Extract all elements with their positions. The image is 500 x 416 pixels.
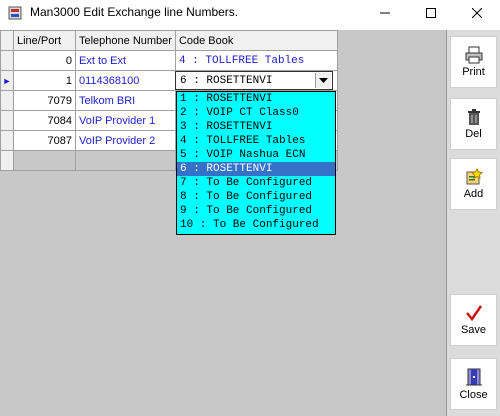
- minimize-icon: [380, 12, 390, 14]
- minimize-button[interactable]: [362, 0, 408, 26]
- code-book-dropdown-list[interactable]: 1 : ROSETTENVI 2 : VOIP CT Class0 3 : RO…: [176, 91, 336, 235]
- table-row[interactable]: 0 Ext to Ext 4 : TOLLFREE Tables: [0, 50, 338, 71]
- grid-area: Line/Port Telephone Number Code Book 0 E…: [0, 30, 446, 416]
- row-indicator[interactable]: [0, 50, 14, 71]
- trash-icon: [467, 109, 480, 125]
- cell-telephone-number[interactable]: 0114368100: [75, 70, 176, 91]
- cell-telephone-number[interactable]: VoIP Provider 2: [75, 130, 176, 151]
- cell-line-port[interactable]: 0: [13, 50, 76, 71]
- header-telephone-number[interactable]: Telephone Number: [75, 30, 176, 51]
- dropdown-option[interactable]: 8 : To Be Configured: [177, 190, 335, 204]
- cell-telephone-number[interactable]: Telkom BRI: [75, 90, 176, 111]
- dropdown-option[interactable]: 1 : ROSETTENVI: [177, 92, 335, 106]
- code-book-combo-value: 6 : ROSETTENVI: [180, 75, 273, 87]
- exit-door-icon: [465, 368, 482, 386]
- cell-telephone-number[interactable]: [75, 150, 176, 171]
- dropdown-option[interactable]: 7 : To Be Configured: [177, 176, 335, 190]
- dropdown-option[interactable]: 2 : VOIP CT Class0: [177, 106, 335, 120]
- dropdown-option[interactable]: 4 : TOLLFREE Tables: [177, 134, 335, 148]
- cell-code-book[interactable]: 4 : TOLLFREE Tables: [174, 50, 338, 71]
- cell-line-port[interactable]: 1: [13, 70, 76, 91]
- checkmark-icon: [465, 305, 482, 322]
- maximize-button[interactable]: [408, 0, 454, 26]
- print-button[interactable]: Print: [450, 36, 497, 88]
- grid-header-row: Line/Port Telephone Number Code Book: [0, 30, 338, 51]
- cell-telephone-number[interactable]: Ext to Ext: [75, 50, 176, 71]
- maximize-icon: [426, 8, 436, 18]
- dropdown-option[interactable]: 5 : VOIP Nashua ECN: [177, 148, 335, 162]
- row-indicator[interactable]: [0, 90, 14, 111]
- title-bar: Man3000 Edit Exchange line Numbers.: [0, 0, 500, 26]
- client-area: Line/Port Telephone Number Code Book 0 E…: [0, 30, 500, 416]
- header-line-port[interactable]: Line/Port: [13, 30, 76, 51]
- code-book-combo[interactable]: 6 : ROSETTENVI: [175, 71, 333, 90]
- del-label: Del: [465, 128, 482, 140]
- row-indicator[interactable]: ►: [0, 70, 14, 91]
- row-indicator-header: [0, 30, 14, 51]
- close-icon: [472, 8, 482, 18]
- window-title: Man3000 Edit Exchange line Numbers.: [30, 5, 239, 19]
- row-indicator[interactable]: [0, 130, 14, 151]
- cell-line-port[interactable]: 7084: [13, 110, 76, 131]
- cell-line-port[interactable]: [13, 150, 76, 171]
- cell-telephone-number[interactable]: VoIP Provider 1: [75, 110, 176, 131]
- dropdown-option[interactable]: 10 : To Be Configured: [177, 218, 335, 232]
- print-label: Print: [462, 66, 485, 78]
- chevron-down-icon: [319, 77, 328, 83]
- row-indicator[interactable]: [0, 110, 14, 131]
- header-code-book[interactable]: Code Book: [174, 30, 338, 51]
- dropdown-option[interactable]: 3 : ROSETTENVI: [177, 120, 335, 134]
- dropdown-option[interactable]: 9 : To Be Configured: [177, 204, 335, 218]
- app-icon: [8, 6, 22, 20]
- delete-button[interactable]: Del: [450, 98, 497, 150]
- save-button[interactable]: Save: [450, 294, 497, 346]
- add-record-icon: [466, 168, 483, 185]
- close-window-button[interactable]: [454, 0, 500, 26]
- add-label: Add: [463, 188, 484, 200]
- close-button[interactable]: Close: [450, 358, 497, 410]
- cell-line-port[interactable]: 7079: [13, 90, 76, 111]
- printer-icon: [465, 46, 482, 64]
- close-label: Close: [459, 389, 488, 401]
- current-row-arrow-icon: ►: [2, 75, 12, 86]
- dropdown-button[interactable]: [315, 73, 331, 88]
- side-toolbar: Print Del Add Save Close: [446, 30, 500, 416]
- add-button[interactable]: Add: [450, 158, 497, 210]
- save-label: Save: [460, 324, 487, 336]
- dropdown-option-selected[interactable]: 6 : ROSETTENVI: [177, 162, 335, 176]
- cell-line-port[interactable]: 7087: [13, 130, 76, 151]
- row-indicator[interactable]: [0, 150, 14, 171]
